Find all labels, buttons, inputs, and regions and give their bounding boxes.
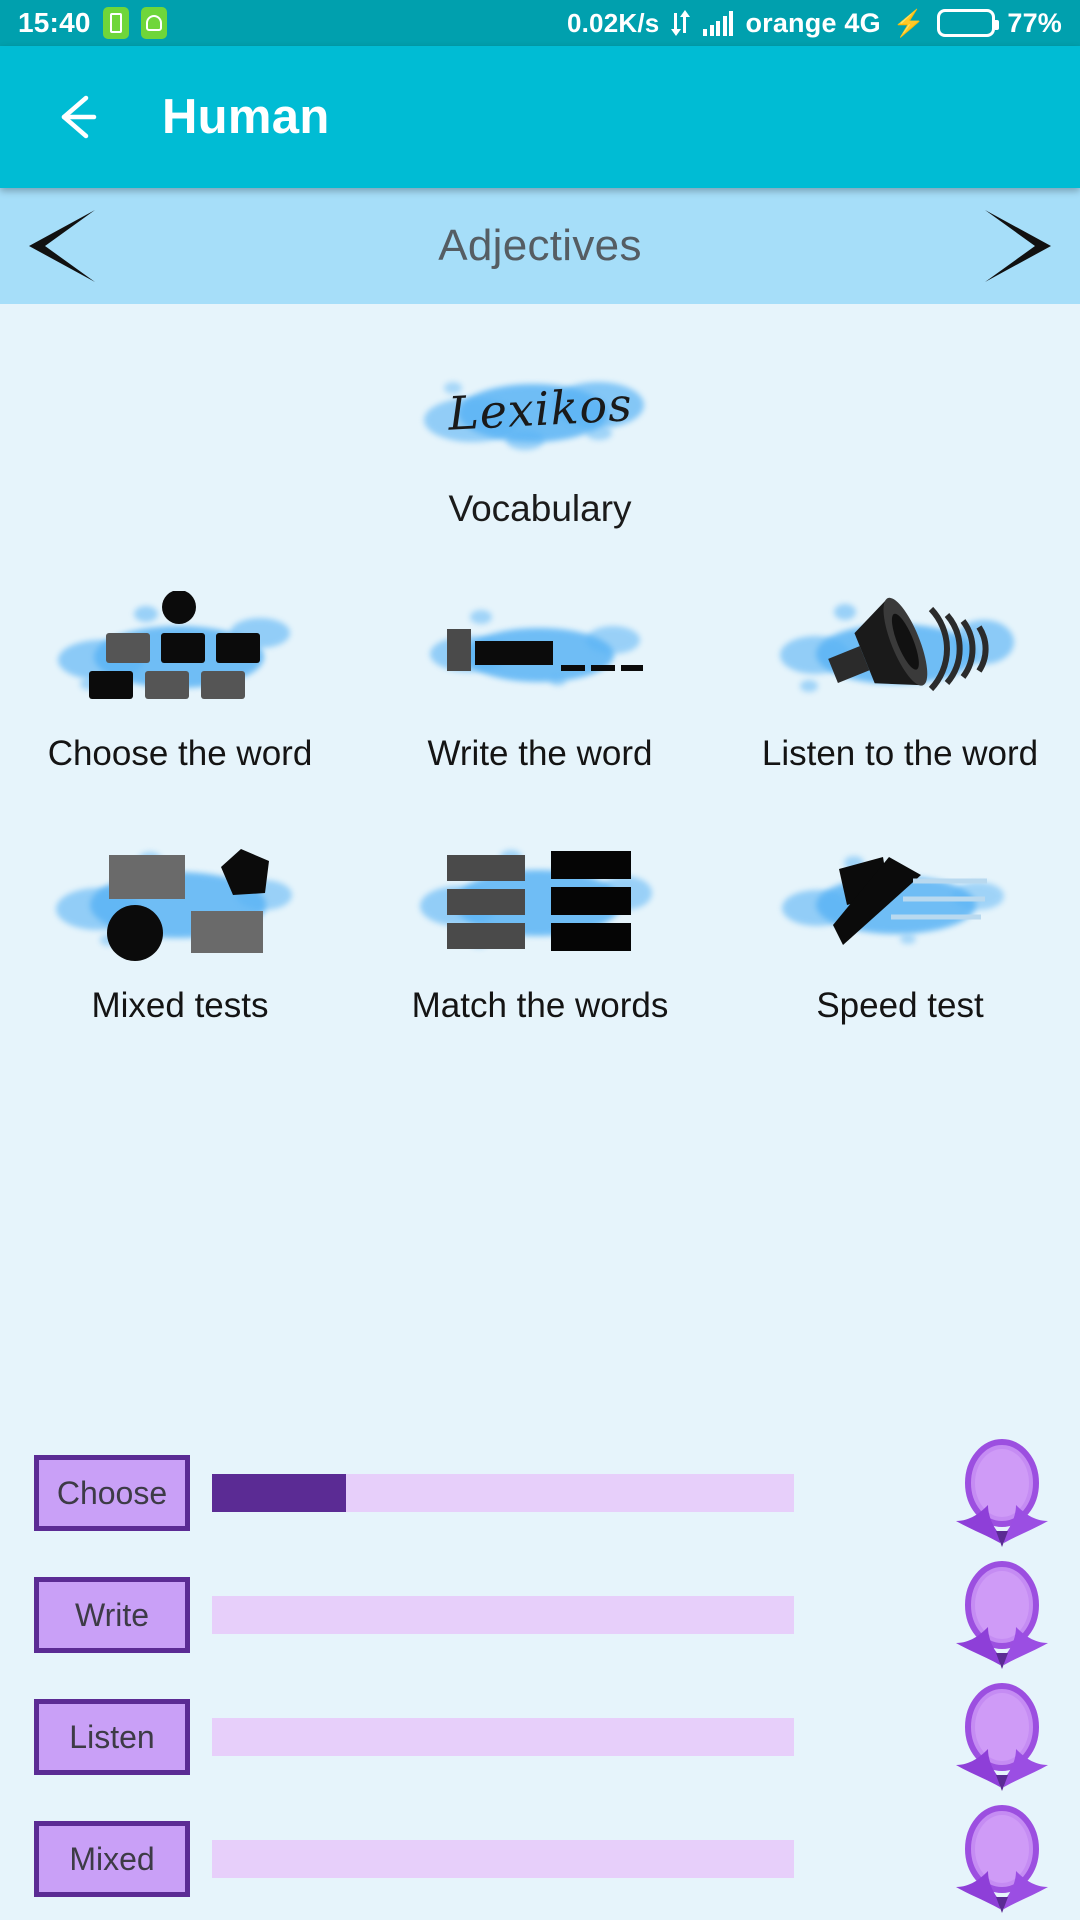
vocabulary-label: Vocabulary (448, 488, 632, 529)
write-the-word-icon (400, 584, 680, 714)
main-content: Lexikos Vocabulary Choose the word Write… (0, 304, 1080, 1920)
clock: 15:40 (18, 7, 91, 38)
progress-chip-write[interactable]: Write (34, 1577, 190, 1653)
progress-bar-mixed (212, 1840, 794, 1878)
listen-to-the-word-icon (760, 584, 1040, 714)
mixed-tests-icon (40, 836, 320, 966)
progress-bar-fill (212, 1474, 346, 1512)
laurel-badge-icon (948, 1439, 1056, 1547)
progress-chip-mixed[interactable]: Mixed (34, 1821, 190, 1897)
speed-test-icon (760, 836, 1040, 966)
progress-row: Mixed (0, 1798, 1080, 1920)
mode-speed-test[interactable]: Speed test (720, 836, 1080, 1026)
laurel-badge-icon (948, 1683, 1056, 1791)
page-title: Human (162, 90, 330, 144)
battery-percent: 77% (1007, 7, 1062, 38)
mode-listen-to-the-word[interactable]: Listen to the word (720, 584, 1080, 774)
mode-label: Choose the word (47, 734, 313, 773)
battery-app-icon (102, 7, 129, 39)
status-bar-left: 15:40 (18, 7, 167, 39)
mode-label: Listen to the word (761, 734, 1039, 773)
mode-grid: Choose the word Write the word Listen to… (0, 584, 1080, 1026)
mode-choose-the-word[interactable]: Choose the word (0, 584, 360, 774)
lightning-bolt-icon: ⚡ (892, 7, 926, 38)
mode-mixed-tests[interactable]: Mixed tests (0, 836, 360, 1026)
mode-match-the-words[interactable]: Match the words (360, 836, 720, 1026)
status-bar-right: 0.02K/s orange 4G ⚡ 77% (567, 8, 1062, 39)
up-down-arrows-icon (670, 9, 691, 37)
progress-row: Choose (0, 1432, 1080, 1554)
progress-chip-choose[interactable]: Choose (34, 1455, 190, 1531)
carrier-label: orange 4G (745, 7, 881, 38)
category-title[interactable]: Adjectives (116, 221, 964, 271)
mode-write-the-word[interactable]: Write the word (360, 584, 720, 774)
progress-row: Listen (0, 1676, 1080, 1798)
choose-the-word-icon (40, 584, 320, 714)
network-speed: 0.02K/s (566, 7, 660, 38)
battery-icon (937, 9, 1000, 37)
category-nav: Adjectives (0, 188, 1080, 304)
progress-bar-listen (212, 1718, 794, 1756)
mode-label: Match the words (411, 986, 669, 1025)
progress-row: Write (0, 1554, 1080, 1676)
android-robot-icon (140, 7, 167, 39)
laurel-badge-icon (948, 1561, 1056, 1669)
mode-label: Speed test (816, 986, 984, 1025)
chevron-right-icon[interactable] (964, 191, 1074, 301)
lexikos-logo: Lexikos (400, 344, 680, 474)
progress-list: Choose Write Listen Mixed (0, 1432, 1080, 1920)
progress-bar-choose (212, 1474, 794, 1512)
laurel-badge-icon (948, 1805, 1056, 1913)
progress-bar-write (212, 1596, 794, 1634)
back-arrow-icon[interactable] (48, 86, 110, 148)
status-bar: 15:40 0.02K/s orange 4G ⚡ 77% (0, 0, 1080, 46)
progress-chip-listen[interactable]: Listen (34, 1699, 190, 1775)
vocabulary-section[interactable]: Lexikos Vocabulary (0, 344, 1080, 530)
app-bar: Human (0, 46, 1080, 188)
mode-label: Write the word (427, 734, 653, 773)
match-the-words-icon (400, 836, 680, 966)
signal-bars-icon (703, 10, 734, 36)
chevron-left-icon[interactable] (6, 191, 116, 301)
mode-label: Mixed tests (91, 986, 269, 1025)
logo-text: Lexikos (446, 377, 634, 441)
